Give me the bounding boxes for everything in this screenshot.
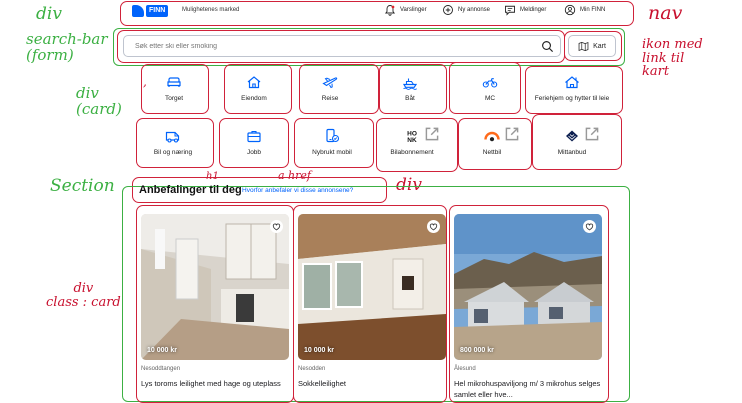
annotation-box-cat-6 bbox=[525, 66, 623, 114]
ad-price: 10 000 kr bbox=[304, 347, 334, 354]
chat-icon bbox=[505, 5, 515, 16]
nav-min-finn[interactable]: Min FINN bbox=[564, 4, 605, 16]
ad-card[interactable]: 10 000 kr Nesoddtangen Lys toroms leilig… bbox=[141, 214, 289, 390]
annotation-box-cat-9 bbox=[294, 118, 374, 168]
ad-price: 800 000 kr bbox=[460, 347, 494, 354]
nav-meldinger[interactable]: Meldinger bbox=[504, 4, 546, 16]
annotation-div-nav: div bbox=[36, 4, 62, 24]
micro-house-photo bbox=[454, 214, 602, 360]
plus-circle-icon bbox=[443, 5, 453, 15]
ad-image[interactable]: 10 000 kr bbox=[141, 214, 289, 360]
annotation-box-cat-8 bbox=[219, 118, 289, 168]
annotation-box-cat-3 bbox=[299, 64, 379, 114]
map-icon bbox=[578, 41, 589, 51]
search-form bbox=[123, 35, 561, 57]
annotation-box-cat-5 bbox=[449, 62, 521, 114]
annotation-box-cat-11 bbox=[458, 118, 532, 170]
nav-label: Varslinger bbox=[400, 7, 427, 13]
nav-ny-annonse[interactable]: Ny annonse bbox=[442, 4, 490, 16]
heart-icon[interactable] bbox=[583, 220, 596, 233]
annotation-box-cat-7 bbox=[136, 118, 214, 168]
annotation-nav: nav bbox=[648, 2, 683, 24]
annotation-box-cat-12 bbox=[532, 114, 622, 170]
annotation-div-card: div (card) bbox=[76, 84, 122, 118]
user-icon bbox=[564, 4, 576, 16]
top-nav: FINN Mulighetenes marked Varslinger Ny a… bbox=[122, 0, 634, 24]
heart-icon[interactable] bbox=[427, 220, 440, 233]
annotation-section: Section bbox=[50, 176, 115, 196]
kitchen-photo bbox=[141, 214, 289, 360]
search-icon[interactable] bbox=[541, 40, 554, 53]
nav-label: Min FINN bbox=[580, 7, 606, 13]
heart-icon[interactable] bbox=[270, 220, 283, 233]
ad-location: Nesodden bbox=[298, 366, 326, 372]
ad-title[interactable]: Hel mikrohuspaviljong m/ 3 mikrohus selg… bbox=[454, 379, 602, 400]
annotation-box-cat-1 bbox=[141, 64, 209, 114]
ad-image[interactable]: 800 000 kr bbox=[454, 214, 602, 360]
tagline: Mulighetenes marked bbox=[182, 7, 240, 13]
annotation-ikon-kart: ikon med link til kart bbox=[642, 37, 703, 80]
recommendations-title: Anbefalinger til deg bbox=[139, 184, 242, 196]
ad-location: Ålesund bbox=[454, 366, 476, 372]
annotation-div-class-card: div class : card bbox=[46, 281, 121, 310]
annotation-box-cat-2 bbox=[224, 64, 292, 114]
finn-logo[interactable]: FINN bbox=[146, 5, 169, 17]
finn-logo-mark[interactable] bbox=[132, 5, 144, 17]
ad-card[interactable]: 800 000 kr Ålesund Hel mikrohuspaviljong… bbox=[454, 214, 602, 400]
map-button-label: Kart bbox=[593, 42, 606, 50]
nav-label: Ny annonse bbox=[458, 7, 491, 13]
map-button[interactable]: Kart bbox=[568, 35, 616, 57]
ad-title[interactable]: Lys toroms leilighet med hage og uteplas… bbox=[141, 379, 289, 390]
bell-icon bbox=[384, 5, 396, 16]
ad-image[interactable]: 10 000 kr bbox=[298, 214, 446, 360]
nav-varslinger[interactable]: Varslinger bbox=[384, 4, 427, 16]
ad-location: Nesoddtangen bbox=[141, 366, 181, 372]
living-room-photo bbox=[298, 214, 446, 360]
search-input[interactable] bbox=[124, 42, 524, 50]
ad-card[interactable]: 10 000 kr Nesodden Sokkelleilighet bbox=[298, 214, 446, 390]
nav-label: Meldinger bbox=[520, 7, 547, 13]
recommendations-why-link[interactable]: Hvorfor anbefaler vi disse annonsene? bbox=[242, 187, 353, 194]
annotation-box-cat-4 bbox=[379, 64, 447, 114]
annotation-search-bar: search-bar (form) bbox=[26, 30, 108, 64]
annotation-box-cat-10 bbox=[376, 118, 458, 172]
ad-price: 10 000 kr bbox=[147, 347, 177, 354]
ad-title[interactable]: Sokkelleilighet bbox=[298, 379, 446, 390]
